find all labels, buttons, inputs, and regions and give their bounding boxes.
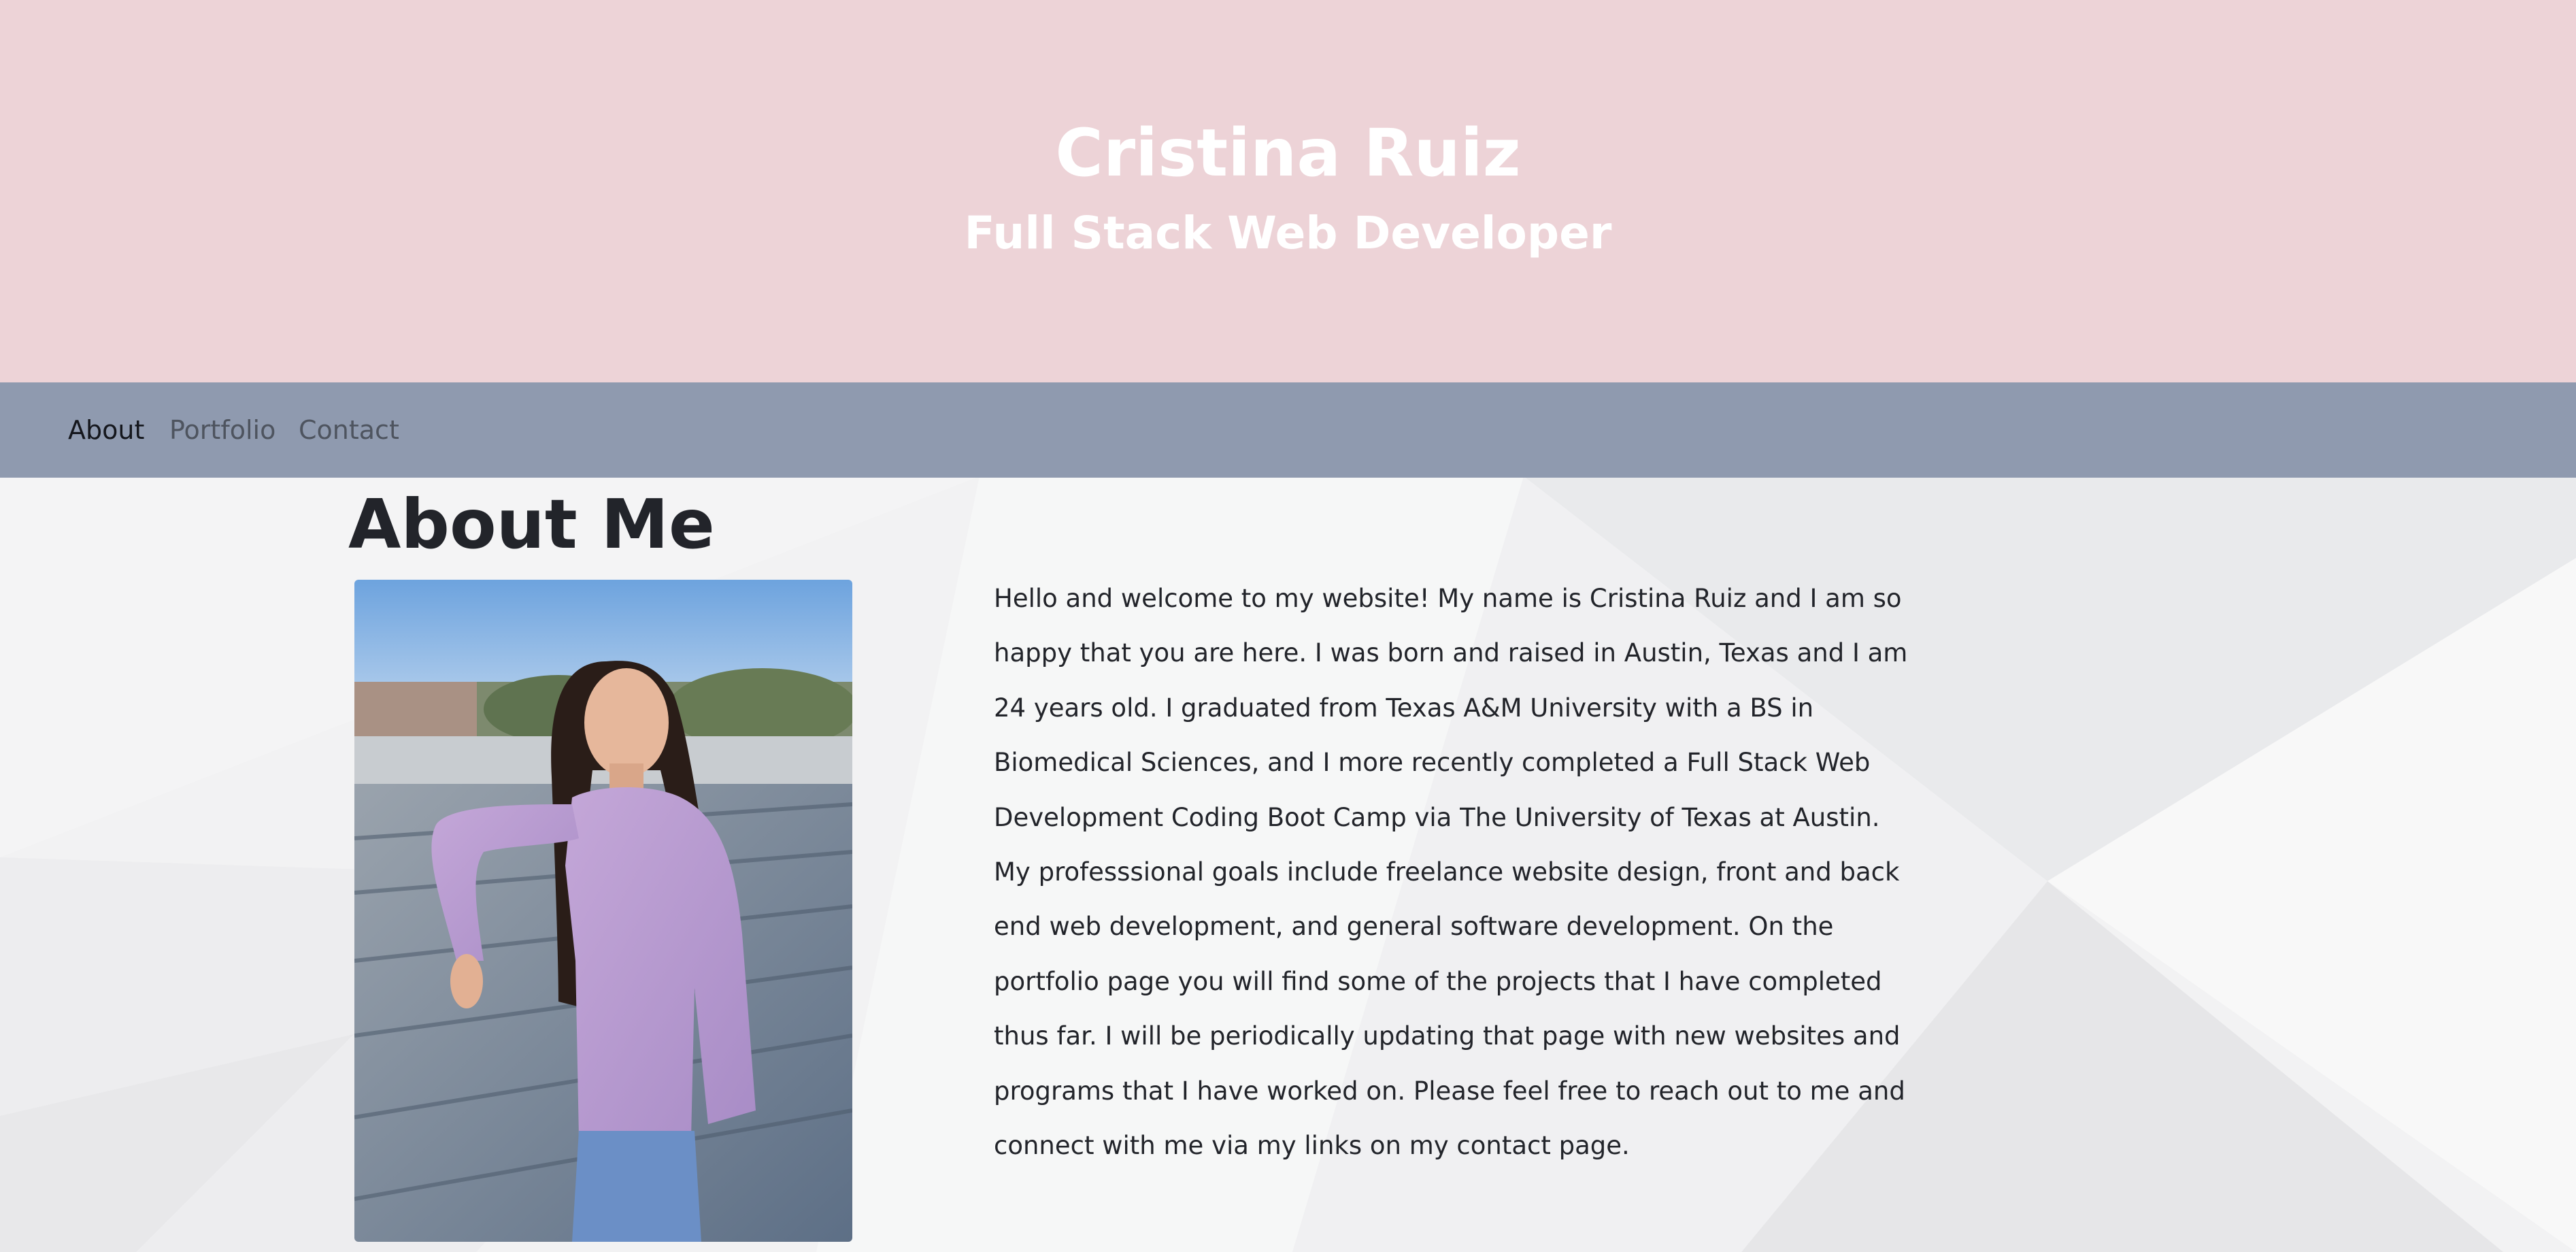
about-heading: About Me	[348, 484, 715, 564]
profile-photo-illustration	[354, 580, 852, 1242]
main-nav: About Portfolio Contact	[0, 382, 2576, 478]
nav-link-portfolio[interactable]: Portfolio	[169, 412, 275, 448]
site-header: Cristina Ruiz Full Stack Web Developer	[0, 0, 2576, 382]
site-owner-name: Cristina Ruiz	[1055, 115, 1521, 191]
about-bio-text: Hello and welcome to my website! My name…	[994, 584, 1908, 1161]
profile-photo	[354, 580, 852, 1242]
nav-link-contact[interactable]: Contact	[299, 412, 399, 448]
site-owner-role: Full Stack Web Developer	[964, 207, 1612, 259]
nav-link-about[interactable]: About	[68, 412, 144, 448]
